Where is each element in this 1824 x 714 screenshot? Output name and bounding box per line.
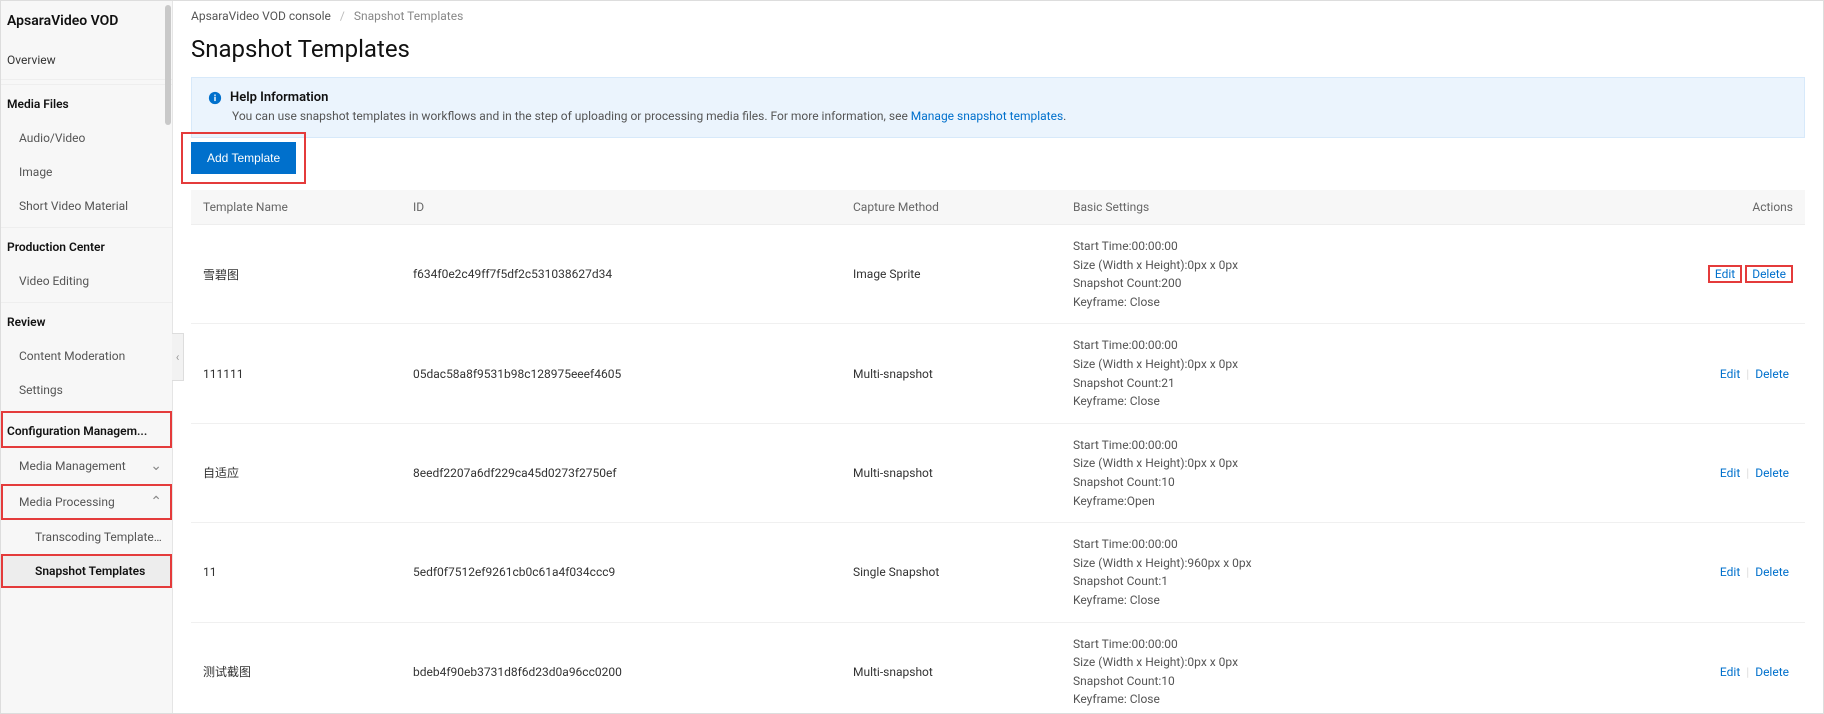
delete-link[interactable]: Delete [1748,265,1790,283]
help-title: Help Information [230,90,328,105]
cell-actions: Edit|Delete [1645,423,1805,522]
col-basic-settings: Basic Settings [1061,190,1645,225]
cell-id: bdeb4f90eb3731d8f6d23d0a96cc0200 [401,622,841,713]
edit-link[interactable]: Edit [1716,365,1744,383]
sidebar-item-content-moderation[interactable]: Content Moderation [1,339,172,373]
edit-link[interactable]: Edit [1716,464,1744,482]
table-row: 测试截图bdeb4f90eb3731d8f6d23d0a96cc0200Mult… [191,622,1805,713]
action-separator: | [1746,565,1749,579]
cell-capture-method: Multi-snapshot [841,622,1061,713]
edit-link[interactable]: Edit [1711,265,1739,283]
cell-actions: Edit|Delete [1645,324,1805,423]
breadcrumb-separator: / [340,9,345,23]
product-title: ApsaraVideo VOD [1,1,172,43]
action-separator: | [1746,367,1749,381]
sidebar-item-audio-video[interactable]: Audio/Video [1,121,172,155]
cell-capture-method: Multi-snapshot [841,324,1061,423]
cell-id: 05dac58a8f9531b98c128975eeef4605 [401,324,841,423]
sidebar-item-snapshot-templates[interactable]: Snapshot Templates [1,554,172,588]
templates-table: Template Name ID Capture Method Basic Se… [191,190,1805,713]
breadcrumb-current: Snapshot Templates [354,9,463,23]
col-actions: Actions [1645,190,1805,225]
table-row: 雪碧图f634f0e2c49ff7f5df2c531038627d34Image… [191,225,1805,324]
col-id: ID [401,190,841,225]
sidebar-item-short-video[interactable]: Short Video Material [1,189,172,223]
cell-template-name: 雪碧图 [191,225,401,324]
cell-id: 5edf0f7512ef9261cb0c61a4f034ccc9 [401,523,841,622]
sidebar-collapse-handle[interactable]: ‹ [172,333,184,381]
help-text: You can use snapshot templates in workfl… [208,109,1788,123]
action-separator: | [1746,466,1749,480]
cell-actions: Edit|Delete [1645,622,1805,713]
action-separator: | [1746,665,1749,679]
col-capture-method: Capture Method [841,190,1061,225]
col-template-name: Template Name [191,190,401,225]
cell-capture-method: Image Sprite [841,225,1061,324]
help-information-box: Help Information You can use snapshot te… [191,77,1805,138]
cell-basic-settings: Start Time:00:00:00Size (Width x Height)… [1061,622,1645,713]
sidebar-section-config-management: Configuration Managem... [1,411,172,448]
sidebar-item-media-processing[interactable]: Media Processing ⌃ [1,484,172,520]
cell-template-name: 自适应 [191,423,401,522]
chevron-left-icon: ‹ [176,350,180,364]
sidebar-section-media-files: Media Files [1,84,172,121]
cell-capture-method: Single Snapshot [841,523,1061,622]
cell-actions: Edit Delete [1645,225,1805,324]
breadcrumb: ApsaraVideo VOD console / Snapshot Templ… [191,9,1805,29]
sidebar-section-review: Review [1,302,172,339]
sidebar: ApsaraVideo VOD Overview Media Files Aud… [1,1,173,713]
edit-link[interactable]: Edit [1716,563,1744,581]
scrollbar-thumb[interactable] [165,5,171,125]
sidebar-scrollbar[interactable] [164,1,172,713]
help-link[interactable]: Manage snapshot templates [911,109,1063,123]
main-content: ApsaraVideo VOD console / Snapshot Templ… [173,1,1823,713]
sidebar-item-label: Media Processing [19,495,115,509]
sidebar-item-media-management[interactable]: Media Management ⌄ [1,448,172,484]
info-icon [208,91,222,105]
sidebar-item-transcoding-template[interactable]: Transcoding Template G [1,520,172,554]
add-template-button[interactable]: Add Template [191,142,296,174]
delete-link[interactable]: Delete [1751,464,1793,482]
cell-template-name: 11 [191,523,401,622]
cell-basic-settings: Start Time:00:00:00Size (Width x Height)… [1061,225,1645,324]
breadcrumb-root[interactable]: ApsaraVideo VOD console [191,9,331,23]
cell-id: 8eedf2207a6df229ca45d0273f2750ef [401,423,841,522]
page-title: Snapshot Templates [191,35,1805,63]
chevron-up-icon: ⌃ [150,494,162,510]
table-header-row: Template Name ID Capture Method Basic Se… [191,190,1805,225]
table-row: 11111105dac58a8f9531b98c128975eeef4605Mu… [191,324,1805,423]
delete-link[interactable]: Delete [1751,563,1793,581]
cell-basic-settings: Start Time:00:00:00Size (Width x Height)… [1061,324,1645,423]
delete-link[interactable]: Delete [1751,663,1793,681]
cell-capture-method: Multi-snapshot [841,423,1061,522]
table-row: 自适应8eedf2207a6df229ca45d0273f2750efMulti… [191,423,1805,522]
sidebar-item-settings[interactable]: Settings [1,373,172,407]
cell-template-name: 111111 [191,324,401,423]
cell-actions: Edit|Delete [1645,523,1805,622]
sidebar-item-label: Media Management [19,459,126,473]
sidebar-section-production-center: Production Center [1,227,172,264]
add-template-highlight: Add Template [181,132,306,184]
delete-link[interactable]: Delete [1751,365,1793,383]
cell-basic-settings: Start Time:00:00:00Size (Width x Height)… [1061,523,1645,622]
cell-basic-settings: Start Time:00:00:00Size (Width x Height)… [1061,423,1645,522]
sidebar-item-image[interactable]: Image [1,155,172,189]
chevron-down-icon: ⌄ [150,458,162,474]
sidebar-item-video-editing[interactable]: Video Editing [1,264,172,298]
cell-template-name: 测试截图 [191,622,401,713]
table-row: 115edf0f7512ef9261cb0c61a4f034ccc9Single… [191,523,1805,622]
edit-link[interactable]: Edit [1716,663,1744,681]
cell-id: f634f0e2c49ff7f5df2c531038627d34 [401,225,841,324]
sidebar-item-overview[interactable]: Overview [1,43,172,77]
